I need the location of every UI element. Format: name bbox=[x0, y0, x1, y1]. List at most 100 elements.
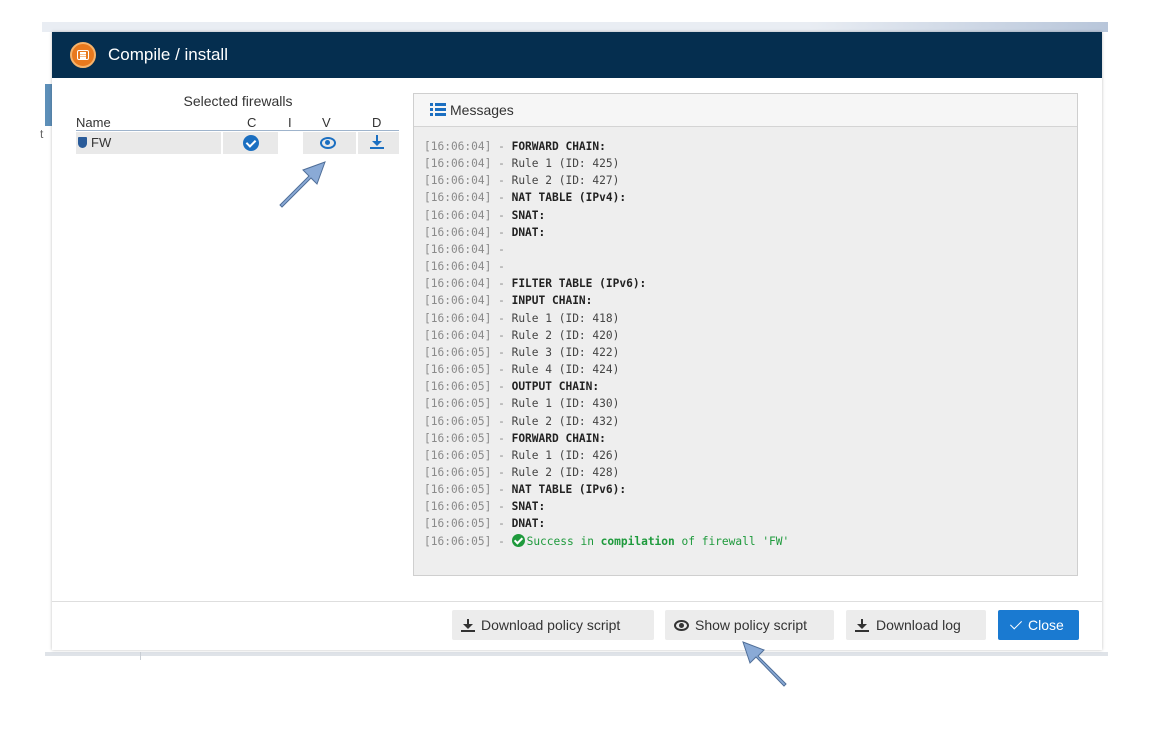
log-timestamp: [16:06:05] bbox=[424, 517, 492, 531]
log-line: [16:06:04] - Rule 1 (ID: 418) bbox=[424, 311, 620, 325]
check-icon bbox=[1009, 617, 1023, 630]
log-line-success: [16:06:05] - Success in compilation of f… bbox=[424, 533, 790, 548]
log-timestamp: [16:06:04] bbox=[424, 157, 492, 171]
log-timestamp: [16:06:04] bbox=[424, 174, 492, 188]
log-timestamp: [16:06:04] bbox=[424, 328, 492, 342]
log-line: [16:06:05] - NAT TABLE (IPv6): bbox=[424, 483, 627, 497]
log-line: [16:06:04] - Rule 2 (ID: 427) bbox=[424, 174, 620, 188]
download-script-icon[interactable] bbox=[370, 135, 384, 149]
log-line: [16:06:05] - DNAT: bbox=[424, 517, 546, 531]
success-message: Success in compilation of firewall 'FW' bbox=[511, 533, 789, 548]
log-text: Rule 2 (ID: 427) bbox=[511, 174, 620, 188]
log-timestamp: [16:06:05] bbox=[424, 345, 492, 359]
log-timestamp: [16:06:04] bbox=[424, 294, 492, 308]
log-line: [16:06:04] - Rule 2 (ID: 420) bbox=[424, 328, 620, 342]
log-timestamp: [16:06:04] bbox=[424, 277, 492, 291]
log-timestamp: [16:06:04] bbox=[424, 311, 492, 325]
log-timestamp: [16:06:04] bbox=[424, 225, 492, 239]
log-text: NAT TABLE (IPv6): bbox=[511, 483, 627, 497]
log-line: [16:06:05] - Rule 2 (ID: 428) bbox=[424, 465, 620, 479]
log-line: [16:06:04] - Rule 1 (ID: 425) bbox=[424, 157, 620, 171]
messages-header: Messages bbox=[414, 94, 1077, 127]
download-policy-script-button[interactable]: Download policy script bbox=[452, 610, 654, 640]
log-line: [16:06:05] - SNAT: bbox=[424, 500, 546, 514]
log-text: INPUT CHAIN: bbox=[511, 294, 593, 308]
log-timestamp: [16:06:04] bbox=[424, 260, 492, 274]
log-line: [16:06:05] - Rule 4 (ID: 424) bbox=[424, 363, 620, 377]
background-divider bbox=[140, 652, 141, 660]
log-timestamp: [16:06:05] bbox=[424, 380, 492, 394]
download-log-button[interactable]: Download log bbox=[846, 610, 986, 640]
log-text: DNAT: bbox=[511, 225, 546, 239]
column-header-install: I bbox=[288, 115, 292, 130]
close-button[interactable]: Close bbox=[998, 610, 1079, 640]
log-text: SNAT: bbox=[511, 500, 546, 514]
log-line: [16:06:05] - Rule 3 (ID: 422) bbox=[424, 345, 620, 359]
success-check-icon bbox=[511, 533, 525, 547]
log-text: FORWARD CHAIN: bbox=[511, 431, 606, 445]
column-header-download: D bbox=[372, 115, 382, 130]
footer-divider bbox=[52, 601, 1102, 602]
log-line: [16:06:05] - FORWARD CHAIN: bbox=[424, 431, 606, 445]
log-line: [16:06:04] - INPUT CHAIN: bbox=[424, 294, 593, 308]
log-text: Rule 1 (ID: 426) bbox=[511, 448, 620, 462]
log-timestamp: [16:06:04] bbox=[424, 208, 492, 222]
log-text: Rule 2 (ID: 420) bbox=[511, 328, 620, 342]
log-text: SNAT: bbox=[511, 208, 546, 222]
log-line: [16:06:04] - FORWARD CHAIN: bbox=[424, 140, 606, 153]
log-timestamp: [16:06:05] bbox=[424, 483, 492, 497]
messages-title: Messages bbox=[450, 102, 514, 118]
log-timestamp: [16:06:05] bbox=[424, 500, 492, 514]
log-line: [16:06:04] - SNAT: bbox=[424, 208, 546, 222]
log-timestamp: [16:06:05] bbox=[424, 448, 492, 462]
log-text: Rule 1 (ID: 430) bbox=[511, 397, 620, 411]
compile-log: [16:06:04] - FORWARD CHAIN: [16:06:04] - … bbox=[424, 138, 1064, 550]
download-icon bbox=[461, 619, 475, 632]
log-text: FILTER TABLE (IPv6): bbox=[511, 277, 647, 291]
header-divider bbox=[76, 130, 399, 131]
messages-panel: Messages [16:06:04] - FORWARD CHAIN: [16:… bbox=[413, 93, 1078, 576]
log-text: Rule 1 (ID: 425) bbox=[511, 157, 620, 171]
log-timestamp: [16:06:05] bbox=[424, 363, 492, 377]
log-timestamp: [16:06:04] bbox=[424, 140, 492, 153]
annotation-arrow-up-left bbox=[742, 641, 787, 687]
log-line: [16:06:05] - OUTPUT CHAIN: bbox=[424, 380, 600, 394]
log-text: OUTPUT CHAIN: bbox=[511, 380, 600, 394]
log-text: Rule 3 (ID: 422) bbox=[511, 345, 620, 359]
background-page-strip bbox=[42, 22, 1108, 32]
log-line: [16:06:04] - NAT TABLE (IPv4): bbox=[424, 191, 627, 205]
column-header-compile: C bbox=[247, 115, 257, 130]
column-header-name: Name bbox=[76, 115, 111, 130]
dialog-title: Compile / install bbox=[108, 45, 228, 64]
log-line: [16:06:05] - Rule 1 (ID: 430) bbox=[424, 397, 620, 411]
log-line: [16:06:04] - bbox=[424, 242, 512, 256]
firewall-name: FW bbox=[78, 135, 111, 150]
list-icon bbox=[430, 103, 446, 116]
annotation-arrow-up-right bbox=[279, 161, 326, 208]
dialog-header: Compile / install bbox=[52, 32, 1102, 78]
log-timestamp: [16:06:04] bbox=[424, 242, 492, 256]
log-text: Rule 4 (ID: 424) bbox=[511, 363, 620, 377]
log-text: Rule 2 (ID: 428) bbox=[511, 465, 620, 479]
download-icon bbox=[855, 619, 869, 632]
log-line: [16:06:04] - bbox=[424, 260, 512, 274]
compile-install-dialog: Compile / install Selected firewalls Nam… bbox=[52, 32, 1102, 650]
log-text: Rule 2 (ID: 432) bbox=[511, 414, 620, 428]
firewall-row[interactable]: FW bbox=[76, 132, 399, 154]
log-timestamp: [16:06:05] bbox=[424, 534, 492, 548]
log-timestamp: [16:06:05] bbox=[424, 465, 492, 479]
selected-firewalls-caption: Selected firewalls bbox=[183, 93, 293, 109]
background-text-fragment: t bbox=[40, 127, 44, 141]
background-sidebar-fragment bbox=[45, 84, 52, 126]
log-timestamp: [16:06:05] bbox=[424, 431, 492, 445]
view-script-eye-icon[interactable] bbox=[320, 137, 336, 149]
log-text: DNAT: bbox=[511, 517, 546, 531]
log-line: [16:06:04] - FILTER TABLE (IPv6): bbox=[424, 277, 647, 291]
compiled-check-icon bbox=[243, 135, 259, 151]
column-header-view: V bbox=[322, 115, 331, 130]
log-text: FORWARD CHAIN: bbox=[511, 140, 606, 153]
log-text: NAT TABLE (IPv4): bbox=[511, 191, 627, 205]
firewall-shield-icon bbox=[78, 137, 87, 148]
log-timestamp: [16:06:05] bbox=[424, 414, 492, 428]
log-timestamp: [16:06:04] bbox=[424, 191, 492, 205]
